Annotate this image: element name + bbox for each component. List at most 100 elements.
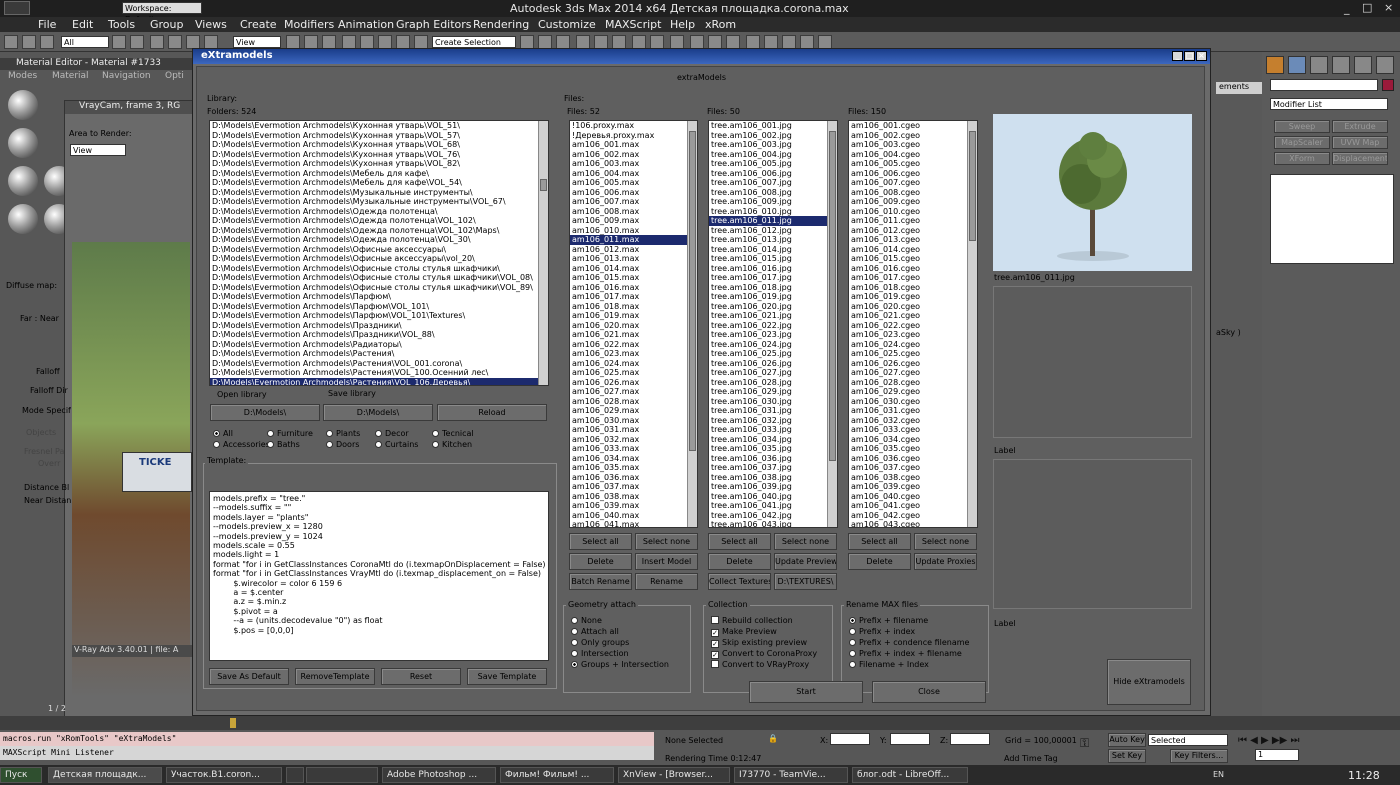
display-tab-icon[interactable] [1354, 56, 1372, 74]
jpg-file-item[interactable]: tree.am106_018.jpg [709, 283, 837, 293]
jpg-file-list-scrollbar[interactable] [827, 121, 837, 527]
cgeo-file-item[interactable]: am106_011.cgeo [849, 216, 977, 226]
toolbar-tool-icon[interactable] [150, 35, 164, 49]
jpg-file-item[interactable]: tree.am106_003.jpg [709, 140, 837, 150]
cgeo-file-item[interactable]: am106_040.cgeo [849, 492, 977, 502]
cgeo-file-item[interactable]: am106_030.cgeo [849, 397, 977, 407]
max-file-item[interactable]: am106_018.max [570, 302, 697, 312]
toolbar-tool-icon[interactable] [800, 35, 814, 49]
menu-views[interactable]: Views [195, 18, 227, 31]
jpg-file-item[interactable]: tree.am106_037.jpg [709, 463, 837, 473]
jpg-file-item[interactable]: tree.am106_009.jpg [709, 197, 837, 207]
jpg-file-item[interactable]: tree.am106_015.jpg [709, 254, 837, 264]
geometry-attach-only-groups[interactable]: Only groups [571, 638, 629, 647]
cgeo-file-item[interactable]: am106_003.cgeo [849, 140, 977, 150]
category-radio-decor[interactable]: Decor [375, 429, 409, 438]
toolbar-tool-icon[interactable] [632, 35, 646, 49]
toolbar-tool-icon[interactable] [538, 35, 552, 49]
selection-filter-select[interactable]: All [61, 36, 109, 48]
current-frame-field[interactable]: 1 [1255, 749, 1299, 761]
max-file-item[interactable]: am106_017.max [570, 292, 697, 302]
cgeo-file-item[interactable]: am106_013.cgeo [849, 235, 977, 245]
toolbar-tool-icon[interactable] [112, 35, 126, 49]
jpg-file-item[interactable]: tree.am106_004.jpg [709, 150, 837, 160]
max-file-item[interactable]: am106_014.max [570, 264, 697, 274]
remove-template-button[interactable]: RemoveTemplate [295, 668, 375, 685]
menu-material[interactable]: Material [52, 71, 89, 81]
open-library-button[interactable]: D:\Models\ [210, 404, 320, 421]
toolbar-tool-icon[interactable] [378, 35, 392, 49]
menu-help[interactable]: Help [670, 18, 695, 31]
toolbar-tool-icon[interactable] [414, 35, 428, 49]
folder-list-item[interactable]: D:\Models\Evermotion Archmodels\Кухонная… [210, 121, 548, 131]
update-preview-button[interactable]: Update Preview [774, 553, 837, 570]
folder-list-item[interactable]: D:\Models\Evermotion Archmodels\Растения… [210, 359, 548, 369]
jpg-select-all-button[interactable]: Select all [708, 533, 771, 550]
object-color-swatch[interactable] [1382, 79, 1394, 91]
cgeo-file-item[interactable]: am106_024.cgeo [849, 340, 977, 350]
cgeo-file-item[interactable]: am106_002.cgeo [849, 131, 977, 141]
max-file-item[interactable]: am106_016.max [570, 283, 697, 293]
xform-button[interactable]: XForm [1274, 152, 1330, 165]
toolbar-tool-icon[interactable] [342, 35, 356, 49]
folder-list-item[interactable]: D:\Models\Evermotion Archmodels\Музыкаль… [210, 188, 548, 198]
menu-create[interactable]: Create [240, 18, 277, 31]
toolbar-tool-icon[interactable] [40, 35, 54, 49]
cgeo-file-item[interactable]: am106_026.cgeo [849, 359, 977, 369]
toolbar-tool-icon[interactable] [782, 35, 796, 49]
cgeo-file-item[interactable]: am106_020.cgeo [849, 302, 977, 312]
folder-list-item[interactable]: D:\Models\Evermotion Archmodels\Офисные … [210, 283, 548, 293]
category-radio-plants[interactable]: Plants [326, 429, 360, 438]
window-minimize-button[interactable]: _ [1172, 51, 1183, 61]
jpg-file-item[interactable]: tree.am106_008.jpg [709, 188, 837, 198]
material-slot-sphere[interactable] [8, 204, 38, 234]
area-to-render-select[interactable]: View [70, 144, 126, 156]
folder-list-item[interactable]: D:\Models\Evermotion Archmodels\Парфюм\V… [210, 311, 548, 321]
folder-list-scrollbar[interactable] [538, 121, 548, 385]
cgeo-file-item[interactable]: am106_005.cgeo [849, 159, 977, 169]
folder-list-item[interactable]: D:\Models\Evermotion Archmodels\Кухонная… [210, 150, 548, 160]
rename-prefix-filename[interactable]: Prefix + filename [849, 616, 928, 625]
folder-list-item[interactable]: D:\Models\Evermotion Archmodels\Мебель д… [210, 169, 548, 179]
taskbar-task[interactable]: XnView - [Browser... [618, 767, 730, 783]
jpg-file-item[interactable]: tree.am106_041.jpg [709, 501, 837, 511]
menu-graph-editors[interactable]: Graph Editors [396, 18, 472, 31]
textures-path-button[interactable]: D:\TEXTURES\ [774, 573, 837, 590]
menu-file[interactable]: File [38, 18, 56, 31]
folder-list-item[interactable]: D:\Models\Evermotion Archmodels\Праздник… [210, 330, 548, 340]
max-file-item[interactable]: am106_034.max [570, 454, 697, 464]
geometry-attach-none[interactable]: None [571, 616, 602, 625]
max-file-item[interactable]: am106_015.max [570, 273, 697, 283]
toolbar-tool-icon[interactable] [22, 35, 36, 49]
key-filters-button[interactable]: Key Filters... [1170, 749, 1228, 763]
toolbar-tool-icon[interactable] [764, 35, 778, 49]
jpg-file-item[interactable]: tree.am106_014.jpg [709, 245, 837, 255]
max-select-none-button[interactable]: Select none [635, 533, 698, 550]
jpg-file-item[interactable]: tree.am106_016.jpg [709, 264, 837, 274]
cgeo-file-item[interactable]: am106_019.cgeo [849, 292, 977, 302]
folder-list-item[interactable]: D:\Models\Evermotion Archmodels\Офисные … [210, 264, 548, 274]
sweep-button[interactable]: Sweep [1274, 120, 1330, 133]
menu-tools[interactable]: Tools [108, 18, 135, 31]
toolbar-tool-icon[interactable] [186, 35, 200, 49]
folder-list-item[interactable]: D:\Models\Evermotion Archmodels\Праздник… [210, 321, 548, 331]
folder-list-item[interactable]: D:\Models\Evermotion Archmodels\Офисные … [210, 273, 548, 283]
category-radio-doors[interactable]: Doors [326, 440, 359, 449]
menu-modes[interactable]: Modes [8, 71, 37, 81]
max-file-item[interactable]: am106_019.max [570, 311, 697, 321]
reference-coord-select[interactable]: View [233, 36, 281, 48]
jpg-file-item[interactable]: tree.am106_033.jpg [709, 425, 837, 435]
max-file-item[interactable]: am106_013.max [570, 254, 697, 264]
jpg-file-list[interactable]: tree.am106_001.jpg tree.am106_002.jpg tree… [708, 120, 838, 528]
jpg-file-item[interactable]: tree.am106_024.jpg [709, 340, 837, 350]
lock-selection-icon[interactable]: 🔒 [768, 734, 778, 743]
cgeo-file-item[interactable]: am106_016.cgeo [849, 264, 977, 274]
toolbar-tool-icon[interactable] [818, 35, 832, 49]
toolbar-tool-icon[interactable] [690, 35, 704, 49]
taskbar-task[interactable]: Участок.B1.coron... [166, 767, 282, 783]
folder-list-item[interactable]: D:\Models\Evermotion Archmodels\Одежда п… [210, 216, 548, 226]
jpg-file-item[interactable]: tree.am106_028.jpg [709, 378, 837, 388]
toolbar-tool-icon[interactable] [130, 35, 144, 49]
menu-options[interactable]: Opti [165, 71, 184, 81]
motion-tab-icon[interactable] [1332, 56, 1350, 74]
